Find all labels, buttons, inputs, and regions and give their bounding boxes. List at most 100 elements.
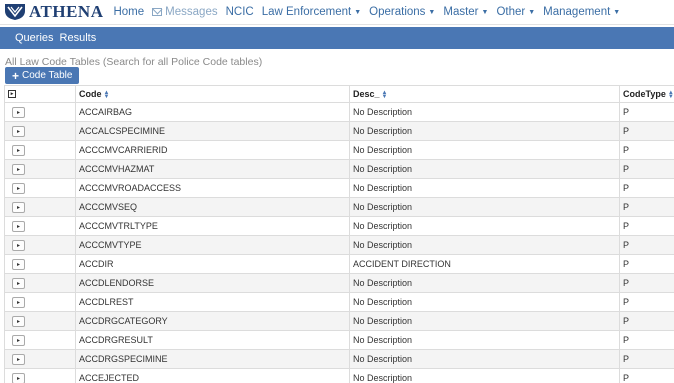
envelope-icon [152,8,163,16]
row-expand-cell: ▸ [4,140,76,160]
expand-row-icon[interactable]: ▸ [12,353,25,365]
expand-row-icon[interactable]: ▸ [12,296,25,308]
caret-down-icon: ▼ [613,8,621,16]
cell-desc: No Description [349,311,620,331]
cell-codetype: P [619,311,674,331]
caret-down-icon: ▼ [428,8,436,16]
row-expand-cell: ▸ [4,178,76,198]
subnav-queries[interactable]: Queries [15,32,54,44]
row-expand-cell: ▸ [4,292,76,312]
sort-icon[interactable]: ▲ ▼ [668,90,674,100]
expand-row-icon[interactable]: ▸ [12,201,25,213]
table-body: ▸ ACCAIRBAG No Description P ▸ ACCALCSPECIMIN… [4,102,674,383]
cell-codetype: P [619,216,674,236]
table-row[interactable]: ▸ ACCDRGCATEGORY No Description P [4,311,674,331]
expand-row-icon[interactable]: ▸ [12,182,25,194]
expand-row-icon[interactable]: ▸ [12,163,25,175]
nav-messages-label: Messages [165,6,218,18]
table-row[interactable]: ▸ ACCDRGRESULT No Description P [4,330,674,350]
cell-codetype: P [619,197,674,217]
nav-operations-label: Operations [369,6,426,18]
nav-law-enforcement-label: Law Enforcement [261,6,352,18]
table-row[interactable]: ▸ ACCCMVCARRIERID No Description P [4,140,674,160]
caret-down-icon: ▼ [481,8,489,16]
expand-row-icon[interactable]: ▸ [12,334,25,346]
caret-down-icon: ▼ [528,8,536,16]
table-row[interactable]: ▸ ACCDIR ACCIDENT DIRECTION P [4,254,674,274]
row-expand-cell: ▸ [4,235,76,255]
table-header-row: ▸ Code ▲ ▼ Desc_ ▲ ▼ CodeType ▲ ▼ [4,85,674,103]
expand-row-icon[interactable]: ▸ [12,258,25,270]
cell-desc: ACCIDENT DIRECTION [349,254,620,274]
nav-home[interactable]: Home [113,6,144,18]
row-expand-cell: ▸ [4,330,76,350]
subnav-results[interactable]: Results [60,32,97,44]
cell-codetype: P [619,178,674,198]
expand-all-icon[interactable]: ▸ [8,90,16,98]
expand-row-icon[interactable]: ▸ [12,239,25,251]
cell-desc: No Description [349,178,620,198]
athena-shield-icon [5,4,25,20]
expand-row-icon[interactable]: ▸ [12,372,25,383]
add-code-table-button[interactable]: + Code Table [5,67,80,84]
cell-desc: No Description [349,235,620,255]
table-row[interactable]: ▸ ACCCMVTYPE No Description P [4,235,674,255]
expand-row-icon[interactable]: ▸ [12,106,25,118]
athena-logo[interactable]: ATHENA [4,2,103,22]
nav-management[interactable]: Management ▼ [543,6,620,18]
cell-code: ACCCMVROADACCESS [75,178,350,198]
nav-ncic[interactable]: NCIC [226,6,254,18]
cell-code: ACCCMVSEQ [75,197,350,217]
cell-desc: No Description [349,273,620,293]
nav-law-enforcement[interactable]: Law Enforcement ▼ [262,6,361,18]
cell-code: ACCAIRBAG [75,102,350,122]
nav-master-label: Master [443,6,479,18]
nav-messages[interactable]: Messages [152,6,218,18]
nav-master[interactable]: Master ▼ [443,6,488,18]
caret-down-icon: ▼ [354,8,362,16]
nav-other-label: Other [496,6,526,18]
nav-other[interactable]: Other ▼ [496,6,535,18]
sort-icon[interactable]: ▲ ▼ [382,90,388,100]
table-row[interactable]: ▸ ACCDLREST No Description P [4,292,674,312]
expand-row-icon[interactable]: ▸ [12,220,25,232]
header-code[interactable]: Code ▲ ▼ [75,85,350,103]
table-row[interactable]: ▸ ACCAIRBAG No Description P [4,102,674,122]
row-expand-cell: ▸ [4,368,76,383]
cell-code: ACCCMVTYPE [75,235,350,255]
expand-row-icon[interactable]: ▸ [12,277,25,289]
table-row[interactable]: ▸ ACCCMVROADACCESS No Description P [4,178,674,198]
cell-codetype: P [619,254,674,274]
expand-row-icon[interactable]: ▸ [12,125,25,137]
cell-desc: No Description [349,140,620,160]
cell-desc: No Description [349,159,620,179]
top-navbar: ATHENA Home Messages NCIC Law Enforcemen… [0,0,674,25]
cell-desc: No Description [349,330,620,350]
table-row[interactable]: ▸ ACCDRGSPECIMINE No Description P [4,349,674,369]
table-row[interactable]: ▸ ACCCMVHAZMAT No Description P [4,159,674,179]
header-codetype[interactable]: CodeType ▲ ▼ [619,85,674,103]
table-row[interactable]: ▸ ACCALCSPECIMINE No Description P [4,121,674,141]
expand-row-icon[interactable]: ▸ [12,144,25,156]
cell-code: ACCDRGSPECIMINE [75,349,350,369]
cell-desc: No Description [349,197,620,217]
expand-all-header[interactable]: ▸ [4,85,76,103]
cell-codetype: P [619,292,674,312]
table-row[interactable]: ▸ ACCEJECTED No Description P [4,368,674,383]
cell-code: ACCDRGRESULT [75,330,350,350]
cell-codetype: P [619,121,674,141]
row-expand-cell: ▸ [4,273,76,293]
row-expand-cell: ▸ [4,159,76,179]
table-row[interactable]: ▸ ACCCMVTRLTYPE No Description P [4,216,674,236]
table-row[interactable]: ▸ ACCCMVSEQ No Description P [4,197,674,217]
row-expand-cell: ▸ [4,254,76,274]
nav-operations[interactable]: Operations ▼ [369,6,435,18]
row-expand-cell: ▸ [4,197,76,217]
cell-desc: No Description [349,292,620,312]
table-row[interactable]: ▸ ACCDLENDORSE No Description P [4,273,674,293]
cell-desc: No Description [349,121,620,141]
cell-code: ACCALCSPECIMINE [75,121,350,141]
header-desc[interactable]: Desc_ ▲ ▼ [349,85,620,103]
expand-row-icon[interactable]: ▸ [12,315,25,327]
sort-icon[interactable]: ▲ ▼ [104,90,110,100]
